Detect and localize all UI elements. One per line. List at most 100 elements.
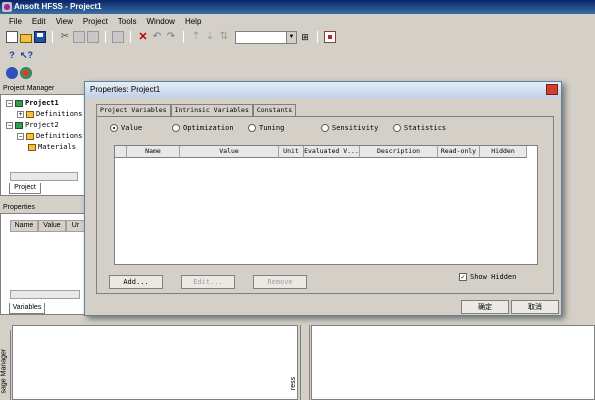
new-file-icon[interactable]: [6, 31, 18, 43]
sort-icon[interactable]: ⇅: [218, 31, 230, 43]
radio-label: Statistics: [404, 124, 447, 132]
redo-icon[interactable]: ↷: [165, 31, 177, 43]
folder-icon: [26, 133, 34, 140]
properties-title: Properties: [0, 203, 85, 214]
column-header-read-only[interactable]: Read-only: [438, 146, 480, 158]
properties-scrollbar[interactable]: [10, 290, 80, 299]
menu-view[interactable]: View: [51, 15, 78, 28]
tab-project[interactable]: Project: [9, 183, 41, 194]
add-button[interactable]: Add...: [109, 275, 163, 289]
column-header-evaluated-value[interactable]: Evaluated V...: [304, 146, 360, 158]
print-icon[interactable]: [112, 31, 124, 43]
progress-pane: [311, 325, 595, 400]
menu-help[interactable]: Help: [180, 15, 206, 28]
column-header-hidden[interactable]: Hidden: [480, 146, 527, 158]
radio-button[interactable]: [248, 124, 256, 132]
chevron-down-icon: ▼: [286, 31, 296, 43]
properties-header: Name Value Ur: [10, 220, 85, 232]
radio-label: Value: [121, 124, 143, 132]
checkbox-label: Show Hidden: [470, 273, 517, 281]
message-manager-side-tab[interactable]: sage Manager: [0, 330, 11, 400]
validate-icon[interactable]: [324, 31, 336, 43]
column-header-name[interactable]: Name: [127, 146, 180, 158]
column-header-value[interactable]: Value: [180, 146, 279, 158]
column-header-select[interactable]: [115, 146, 127, 158]
tab-variables[interactable]: Variables: [9, 303, 45, 314]
insert-hfss-design-icon[interactable]: [6, 67, 18, 79]
radio-button[interactable]: [393, 124, 401, 132]
menu-window[interactable]: Window: [141, 15, 179, 28]
variables-grid[interactable]: Name Value Unit Evaluated V... Descripti…: [114, 145, 538, 265]
close-icon[interactable]: [546, 84, 558, 95]
radio-sensitivity[interactable]: Sensitivity: [321, 124, 378, 132]
show-hidden-checkbox[interactable]: ✓ Show Hidden: [459, 273, 516, 281]
tree-item-project2[interactable]: − Project2: [6, 120, 59, 131]
material-color-icon[interactable]: [20, 67, 32, 79]
hfss-toolbar: [0, 65, 595, 81]
radio-statistics[interactable]: Statistics: [393, 124, 446, 132]
delete-icon[interactable]: ✕: [137, 31, 149, 43]
expand-icon[interactable]: +: [17, 111, 24, 118]
radio-label: Sensitivity: [332, 124, 379, 132]
column-header-value[interactable]: Value: [38, 220, 66, 232]
copy-icon[interactable]: [73, 31, 85, 43]
paste-icon[interactable]: [87, 31, 99, 43]
help-topics-icon[interactable]: ?: [6, 49, 18, 61]
collapse-icon[interactable]: −: [17, 133, 24, 140]
collapse-icon[interactable]: −: [6, 122, 13, 129]
radio-value[interactable]: Value: [110, 124, 142, 132]
tree-item-materials[interactable]: Materials: [28, 142, 76, 153]
checkbox[interactable]: ✓: [459, 273, 467, 281]
tree-item-definitions[interactable]: − Definitions: [17, 131, 82, 142]
remove-button[interactable]: Remove: [253, 275, 307, 289]
open-folder-icon[interactable]: [20, 33, 32, 43]
project-icon: [15, 100, 23, 107]
radio-label: Optimization: [183, 124, 234, 132]
column-header-name[interactable]: Name: [10, 220, 38, 232]
cut-icon[interactable]: ✂: [59, 31, 71, 43]
toolbar-separator: [130, 31, 131, 43]
radio-button[interactable]: [110, 124, 118, 132]
tree-item-label: Definitions: [36, 132, 83, 140]
radio-button[interactable]: [321, 124, 329, 132]
ok-button[interactable]: 确定: [461, 300, 509, 314]
dialog-title-bar: Properties: Project1: [85, 82, 561, 98]
undo-icon[interactable]: ↶: [151, 31, 163, 43]
move-down-icon[interactable]: ⇣: [204, 31, 216, 43]
toolbar-separator: [105, 31, 106, 43]
project-manager-scrollbar[interactable]: [10, 172, 78, 181]
column-header-description[interactable]: Description: [360, 146, 438, 158]
tree-item-label: Materials: [38, 143, 76, 151]
menu-project[interactable]: Project: [78, 15, 113, 28]
app-title: Ansoft HFSS - Project1: [14, 2, 102, 11]
toolbar-combo-select[interactable]: ▼: [235, 30, 297, 44]
edit-button[interactable]: Edit...: [181, 275, 235, 289]
help-toolbar: ? ↖?: [0, 47, 595, 63]
menu-edit[interactable]: Edit: [27, 15, 51, 28]
cancel-button[interactable]: 取消: [511, 300, 559, 314]
collapse-icon[interactable]: −: [6, 100, 13, 107]
tree-hierarchy-icon[interactable]: ⊞: [299, 31, 311, 43]
column-header-unit[interactable]: Unit: [279, 146, 304, 158]
radio-optimization[interactable]: Optimization: [172, 124, 234, 132]
message-manager-pane: [12, 325, 298, 400]
radio-button[interactable]: [172, 124, 180, 132]
radio-tuning[interactable]: Tuning: [248, 124, 284, 132]
grid-header: Name Value Unit Evaluated V... Descripti…: [115, 146, 527, 158]
tree-item-label: Project2: [25, 121, 59, 129]
tree-item-label: Definitions: [36, 110, 83, 118]
tree-item-project1[interactable]: − Project1: [6, 98, 59, 109]
tree-item-label: Project1: [25, 99, 59, 107]
move-up-icon[interactable]: ⇡: [190, 31, 202, 43]
progress-side-tab[interactable]: ress: [290, 325, 310, 400]
dialog-title: Properties: Project1: [90, 85, 161, 94]
side-tab-label: sage Manager: [0, 348, 8, 394]
main-toolbar: ✂ ✕ ↶ ↷ ⇡ ⇣ ⇅ ▼ ⊞: [0, 29, 595, 45]
project-icon: [15, 122, 23, 129]
save-icon[interactable]: [34, 31, 46, 43]
context-help-icon[interactable]: ↖?: [20, 49, 33, 61]
column-header-unit[interactable]: Ur: [66, 220, 85, 232]
menu-tools[interactable]: Tools: [113, 15, 142, 28]
tree-item-definitions[interactable]: + Definitions: [17, 109, 82, 120]
menu-file[interactable]: File: [4, 15, 27, 28]
